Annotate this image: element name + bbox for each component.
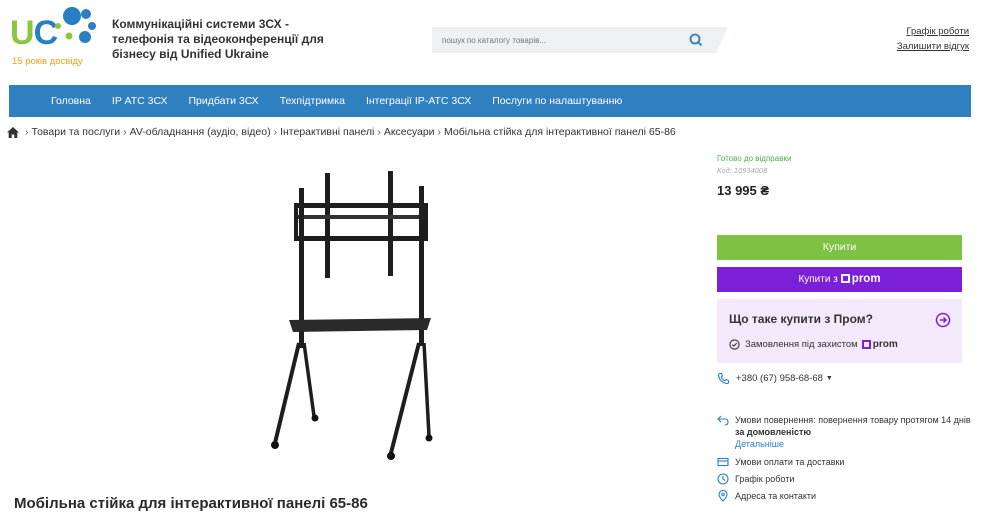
breadcrumb-separator: ›	[25, 126, 29, 138]
prom-protection: Замовлення під захистом prom	[729, 339, 898, 350]
product-price: 13 995 ₴	[717, 183, 770, 198]
purchase-panel: Готово до відправки Код: 10934008 13 995…	[708, 148, 971, 521]
schedule-text: Графік роботи	[735, 474, 795, 484]
breadcrumb-accessories[interactable]: Аксесуари	[384, 126, 435, 138]
schedule-link[interactable]: Графік роботи	[897, 24, 969, 39]
phone-dropdown[interactable]: +380 (67) 958-68-68 ▼	[717, 372, 833, 385]
return-more-link[interactable]: Детальніше	[735, 439, 784, 449]
address-text: Адреса та контакти	[735, 491, 817, 501]
product-title: Мобільна стійка для інтерактивної панелі…	[14, 495, 368, 512]
arrow-right-circle-icon[interactable]	[935, 312, 951, 328]
breadcrumb-current: Мобільна стійка для інтерактивної панелі…	[444, 126, 676, 138]
search-icon[interactable]	[688, 32, 704, 48]
leave-review-link[interactable]: Залишити відгук	[897, 39, 969, 54]
breadcrumb-goods[interactable]: Товари та послуги	[32, 126, 121, 138]
uc-logo[interactable]: UC 15 років досвіду	[10, 6, 100, 72]
address-contacts-link[interactable]: Адреса та контакти	[717, 490, 816, 502]
breadcrumb-separator: ›	[273, 126, 278, 138]
prom-brand: prom	[851, 273, 881, 285]
product-gallery: Мобільна стійка для інтерактивної панелі…	[9, 148, 705, 521]
prom-brand-small: prom	[872, 339, 898, 350]
prom-logo-icon	[840, 274, 850, 283]
return-text: повернення товару протягом 14 днів	[818, 415, 971, 425]
payment-delivery-link[interactable]: Умови оплати та доставки	[717, 456, 844, 468]
logo-letters: UC	[10, 14, 58, 52]
return-policy-text: Умови повернення: повернення товару прот…	[735, 414, 971, 450]
nav-item-ip-pbx[interactable]: IP АТС 3СХ	[112, 95, 168, 107]
payment-delivery-text: Умови оплати та доставки	[735, 457, 845, 467]
logo-years: 15 років досвіду	[12, 56, 83, 67]
schedule-info-link[interactable]: Графік роботи	[717, 473, 794, 485]
nav-item-setup-services[interactable]: Послуги по налаштуванню	[492, 95, 622, 107]
nav-item-support[interactable]: Техпідтримка	[280, 95, 345, 107]
search-input[interactable]	[442, 32, 672, 48]
prom-logo-icon	[861, 340, 871, 349]
buy-button[interactable]: Купити	[717, 235, 962, 260]
main-nav: Головна IP АТС 3СХ Придбати 3СХ Техпідтр…	[9, 85, 971, 117]
phone-icon	[717, 372, 730, 385]
company-name: Коммунікаційні системи 3СХ - телефонія т…	[112, 17, 324, 61]
shield-check-icon	[729, 339, 740, 350]
card-icon	[717, 457, 729, 467]
prom-protection-text: Замовлення під захистом	[745, 339, 858, 350]
availability-status: Готово до відправки	[717, 154, 792, 163]
chevron-down-icon: ▼	[825, 375, 833, 382]
prom-info-card[interactable]: Що таке купити з Пром? Замовлення під за…	[717, 299, 962, 363]
search-bar	[432, 27, 728, 53]
return-policy: Умови повернення: повернення товару прот…	[717, 414, 971, 450]
return-bold: за домовленістю	[735, 427, 812, 437]
page: UC 15 років досвіду Коммунікаційні систе…	[0, 0, 991, 521]
breadcrumb-separator: ›	[123, 126, 127, 138]
prom-question: Що таке купити з Пром?	[729, 312, 873, 326]
nav-item-buy-3cx[interactable]: Придбати 3СХ	[189, 95, 259, 107]
location-pin-icon	[718, 490, 728, 502]
return-label: Умови повернення:	[735, 415, 816, 425]
product-code: Код: 10934008	[717, 166, 768, 175]
header-links: Графік роботи Залишити відгук	[897, 24, 969, 54]
nav-item-integrations[interactable]: Інтеграції IP-АТС 3СХ	[366, 95, 471, 107]
product-image[interactable]	[259, 168, 459, 468]
breadcrumb-panels[interactable]: Інтерактивні панелі	[280, 126, 374, 138]
breadcrumb-separator: ›	[377, 126, 381, 138]
return-arrow-icon	[717, 415, 729, 426]
logo-dots-icon	[55, 7, 96, 43]
clock-icon	[717, 473, 729, 485]
phone-number: +380 (67) 958-68-68	[736, 373, 823, 384]
breadcrumb-separator: ›	[437, 126, 442, 138]
breadcrumb: › Товари та послуги › AV-обладнання (ауд…	[7, 126, 676, 138]
buy-with-prom-label: Купити з	[798, 274, 838, 285]
site-header: UC 15 років досвіду Коммунікаційні систе…	[0, 0, 991, 84]
home-icon[interactable]	[7, 126, 19, 138]
breadcrumb-av[interactable]: AV-обладнання (аудіо, відео)	[130, 126, 271, 138]
buy-with-prom-button[interactable]: Купити з prom	[717, 267, 962, 292]
nav-item-home[interactable]: Головна	[51, 95, 91, 107]
